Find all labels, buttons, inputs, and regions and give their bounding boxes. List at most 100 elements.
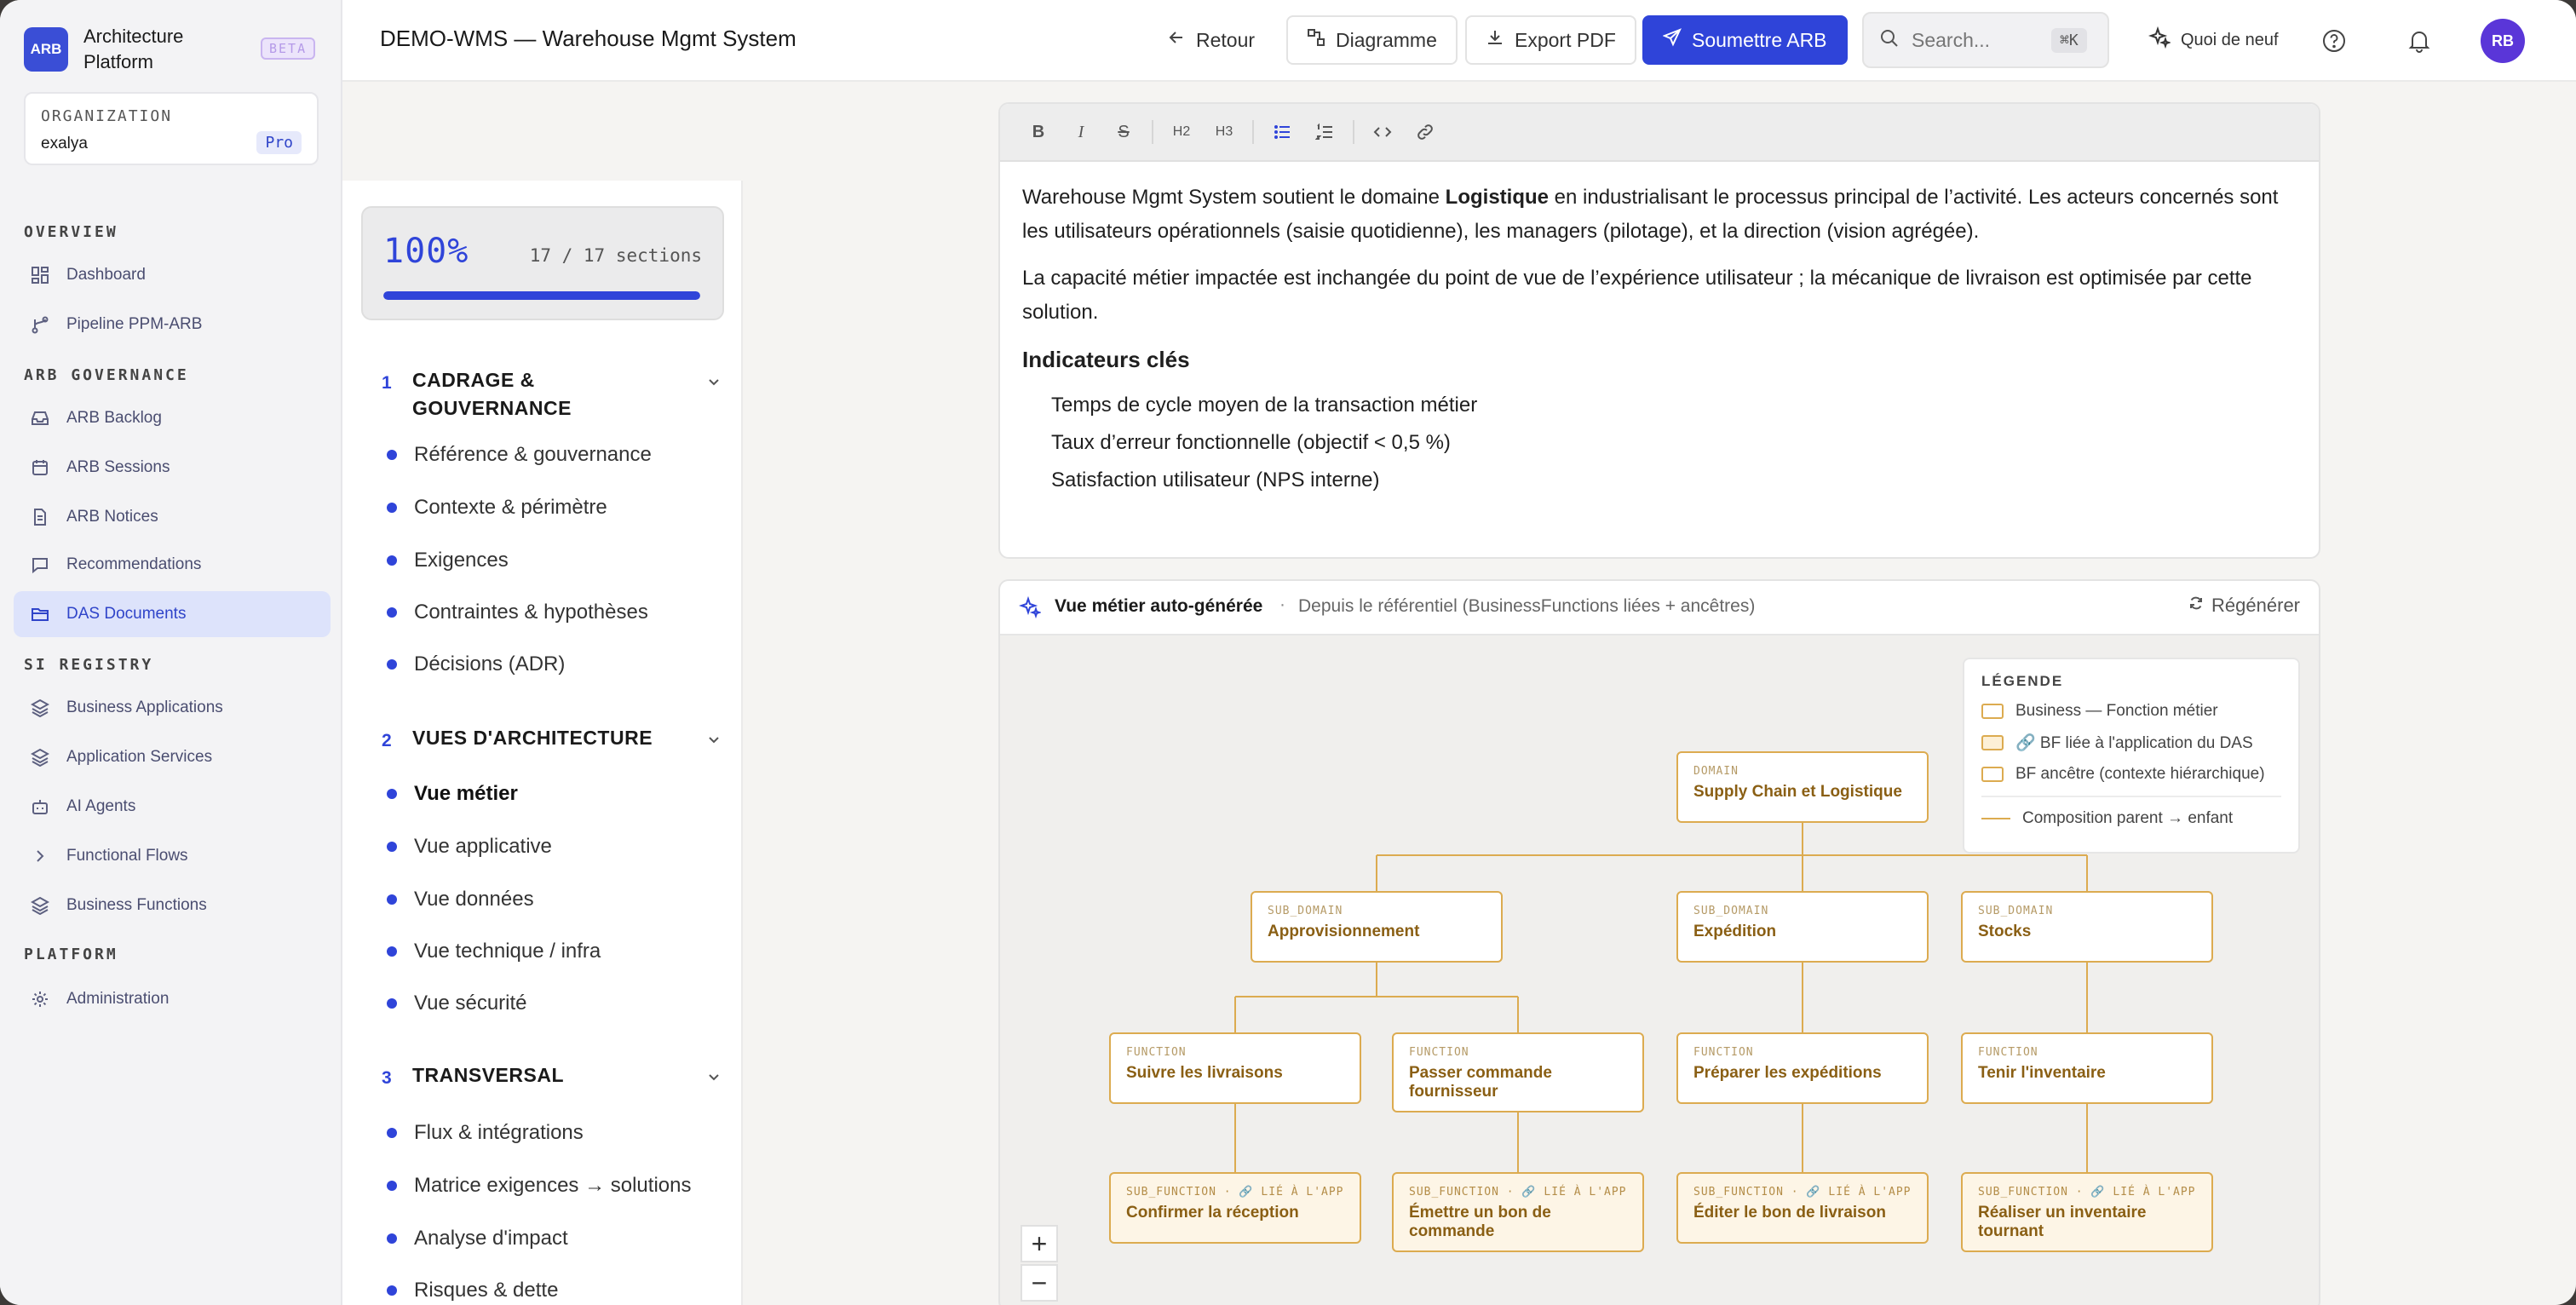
editor-content[interactable]: Warehouse Mgmt System soutient le domain… <box>1000 162 2319 518</box>
code-icon[interactable] <box>1363 113 1402 151</box>
toc-item[interactable]: Décisions (ADR) <box>387 652 565 676</box>
node-subdomain[interactable]: SUB_DOMAIN Approvisionnement <box>1251 891 1503 963</box>
bullet-dot <box>387 789 397 799</box>
bell-icon[interactable] <box>2399 20 2440 61</box>
sidebar-item-arb-backlog[interactable]: ARB Backlog <box>14 395 331 441</box>
node-subfunction[interactable]: SUB_FUNCTION · 🔗 LIÉ À L'APP Réaliser un … <box>1961 1172 2213 1252</box>
toc-item-current[interactable]: Vue métier <box>387 782 518 806</box>
search-input[interactable] <box>1912 28 2039 52</box>
org-label: ORGANIZATION <box>41 107 173 125</box>
node-function[interactable]: FUNCTION Passer commande fournisseur <box>1392 1032 1644 1112</box>
zoom-in-button[interactable]: + <box>1021 1225 1058 1262</box>
whats-new-label: Quoi de neuf <box>2181 30 2279 49</box>
node-function[interactable]: FUNCTION Tenir l'inventaire <box>1961 1032 2213 1104</box>
export-pdf-button[interactable]: Export PDF <box>1465 15 1636 65</box>
user-avatar[interactable]: RB <box>2481 19 2525 63</box>
numbered-list-icon[interactable] <box>1305 113 1344 151</box>
diagram-button[interactable]: Diagramme <box>1286 15 1458 65</box>
toc-item[interactable]: Risques & dette <box>387 1279 558 1302</box>
toc-item[interactable]: Vue données <box>387 888 534 911</box>
sidebar-item-business-applications[interactable]: Business Applications <box>14 685 331 731</box>
heading3-button[interactable]: H3 <box>1205 113 1244 151</box>
bullet-list-icon[interactable] <box>1262 113 1302 151</box>
node-name: Tenir l'inventaire <box>1978 1064 2106 1082</box>
legend-label: BF ancêtre (contexte hiérarchique) <box>2015 765 2265 783</box>
toc-item[interactable]: Contraintes & hypothèses <box>387 601 648 624</box>
toc-item[interactable]: Analyse d'impact <box>387 1227 568 1250</box>
toc-item[interactable]: Vue sécurité <box>387 992 527 1015</box>
toc-item[interactable]: Contexte & périmètre <box>387 496 607 520</box>
legend-title: LÉGENDE <box>1981 673 2064 689</box>
toc-item-label: Matrice exigences → solutions <box>414 1174 692 1197</box>
sidebar-item-das-documents[interactable]: DAS Documents <box>14 591 331 637</box>
search-box[interactable]: ⌘K <box>1862 12 2109 68</box>
sidebar-item-arb-notices[interactable]: ARB Notices <box>14 494 331 540</box>
plan-badge: Pro <box>256 131 302 154</box>
toc-item-label: Contraintes & hypothèses <box>414 601 648 624</box>
heading2-button[interactable]: H2 <box>1162 113 1201 151</box>
node-function[interactable]: FUNCTION Préparer les expéditions <box>1676 1032 1929 1104</box>
toc-item[interactable]: Vue applicative <box>387 835 552 859</box>
toc-item[interactable]: Matrice exigences → solutions <box>387 1174 691 1198</box>
strikethrough-button[interactable]: S <box>1104 113 1143 151</box>
chevron-down-icon[interactable] <box>705 731 722 752</box>
legend-row: 🔗 BF liée à l'application du DAS <box>1981 733 2281 753</box>
section-title: VUES D'ARCHITECTURE <box>412 727 653 749</box>
node-subfunction[interactable]: SUB_FUNCTION · 🔗 LIÉ À L'APP Émettre un b… <box>1392 1172 1644 1252</box>
chevron-down-icon[interactable] <box>705 1068 722 1089</box>
zoom-out-button[interactable]: − <box>1021 1264 1058 1302</box>
sidebar-item-dashboard[interactable]: Dashboard <box>14 252 331 298</box>
app-logo[interactable]: ARB <box>24 27 68 72</box>
legend-swatch <box>1981 735 2004 750</box>
sidebar-item-recommendations[interactable]: Recommendations <box>14 542 331 588</box>
sidebar-item-ai-agents[interactable]: AI Agents <box>14 784 331 830</box>
chevron-down-icon[interactable] <box>705 373 722 394</box>
toc-item[interactable]: Exigences <box>387 549 509 572</box>
node-function[interactable]: FUNCTION Suivre les livraisons <box>1109 1032 1361 1104</box>
sidebar-item-label: ARB Sessions <box>66 458 170 476</box>
top-header: DEMO-WMS — Warehouse Mgmt System Retour … <box>342 0 2576 82</box>
submit-arb-button[interactable]: Soumettre ARB <box>1642 15 1848 65</box>
node-name: Émettre un bon de commande <box>1409 1204 1551 1240</box>
toc-item-label: Contexte & périmètre <box>414 496 607 519</box>
back-button[interactable]: Retour <box>1147 15 1276 65</box>
italic-button[interactable]: I <box>1061 113 1101 151</box>
toc-item-label: Vue technique / infra <box>414 940 601 963</box>
node-subdomain[interactable]: SUB_DOMAIN Stocks <box>1961 891 2213 963</box>
sidebar-item-functional-flows[interactable]: Functional Flows <box>14 833 331 879</box>
organization-selector[interactable]: ORGANIZATION exalya Pro <box>24 92 319 165</box>
sidebar-item-label: Functional Flows <box>66 847 188 865</box>
toc-item-label: Référence & gouvernance <box>414 443 652 466</box>
bold-text: Logistique <box>1445 186 1549 209</box>
sidebar-item-arb-sessions[interactable]: ARB Sessions <box>14 445 331 491</box>
sidebar-item-business-functions[interactable]: Business Functions <box>14 882 331 928</box>
sidebar-item-label: Administration <box>66 990 170 1008</box>
toc-item-label: Exigences <box>414 549 509 572</box>
nav-section-governance: ARB GOVERNANCE <box>24 366 189 384</box>
node-name: Supply Chain et Logistique <box>1693 783 1902 801</box>
nav-section-platform: PLATFORM <box>24 946 118 963</box>
node-subfunction[interactable]: SUB_FUNCTION · 🔗 LIÉ À L'APP Confirmer la… <box>1109 1172 1361 1244</box>
sidebar-item-administration[interactable]: Administration <box>14 976 331 1022</box>
node-subfunction[interactable]: SUB_FUNCTION · 🔗 LIÉ À L'APP Éditer le bo… <box>1676 1172 1929 1244</box>
node-subdomain[interactable]: SUB_DOMAIN Expédition <box>1676 891 1929 963</box>
progress-card: 100% 17 / 17 sections <box>361 206 724 320</box>
sidebar-item-label: ARB Notices <box>66 508 158 526</box>
toc-item[interactable]: Vue technique / infra <box>387 940 601 963</box>
org-value: exalya <box>41 135 88 152</box>
document-icon <box>29 506 51 528</box>
toc-item[interactable]: Référence & gouvernance <box>387 443 652 467</box>
search-shortcut: ⌘K <box>2051 27 2087 53</box>
document-outline: 100% 17 / 17 sections 1 CADRAGE & GOUVER… <box>342 181 743 1305</box>
whats-new-button[interactable]: Quoi de neuf <box>2128 15 2299 65</box>
node-domain[interactable]: DOMAIN Supply Chain et Logistique <box>1676 751 1929 823</box>
bold-button[interactable]: B <box>1019 113 1058 151</box>
toc-item[interactable]: Flux & intégrations <box>387 1121 584 1145</box>
sidebar-item-pipeline[interactable]: Pipeline PPM-ARB <box>14 302 331 348</box>
export-label: Export PDF <box>1515 28 1616 51</box>
legend-row: BF ancêtre (contexte hiérarchique) <box>1981 765 2281 784</box>
link-icon[interactable] <box>1406 113 1445 151</box>
help-icon[interactable] <box>2314 20 2355 61</box>
rich-text-editor[interactable]: B I S H2 H3 Warehouse Mgmt System soutie… <box>998 102 2320 559</box>
sidebar-item-application-services[interactable]: Application Services <box>14 734 331 780</box>
